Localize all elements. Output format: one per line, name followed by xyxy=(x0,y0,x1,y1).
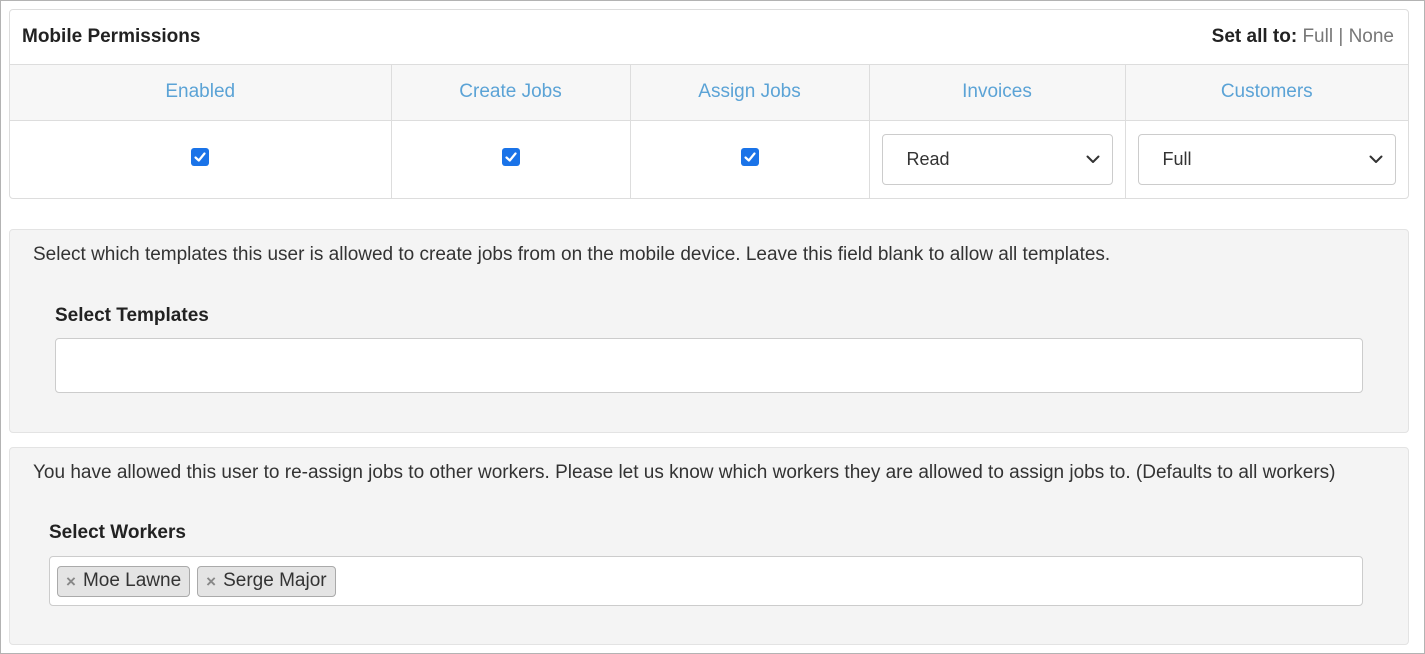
column-header-enabled-link[interactable]: Enabled xyxy=(165,81,235,102)
create-jobs-checkbox[interactable] xyxy=(501,147,520,166)
column-header-create-jobs: Create Jobs xyxy=(391,65,631,121)
invoices-select[interactable]: Read xyxy=(881,133,1113,185)
column-header-customers: Customers xyxy=(1125,65,1408,121)
workers-panel: You have allowed this user to re-assign … xyxy=(9,447,1409,645)
enabled-checkbox[interactable] xyxy=(191,147,210,166)
remove-tag-icon[interactable]: × xyxy=(206,573,216,590)
select-workers-input[interactable]: × Moe Lawne × Serge Major xyxy=(49,556,1363,606)
select-workers-label: Select Workers xyxy=(49,522,186,543)
column-header-customers-link[interactable]: Customers xyxy=(1221,81,1313,102)
set-all-separator: | xyxy=(1338,26,1344,47)
worker-tag: × Serge Major xyxy=(197,565,336,597)
customers-select[interactable]: Full xyxy=(1137,133,1396,185)
checkmark-icon xyxy=(194,152,206,162)
workers-description: You have allowed this user to re-assign … xyxy=(33,462,1336,483)
column-header-assign-jobs-link[interactable]: Assign Jobs xyxy=(698,81,800,102)
templates-panel: Select which templates this user is allo… xyxy=(9,229,1409,433)
worker-tag-label: Moe Lawne xyxy=(82,570,182,591)
create-jobs-cell xyxy=(391,120,631,198)
select-templates-label: Select Templates xyxy=(55,305,209,326)
templates-description: Select which templates this user is allo… xyxy=(33,244,1111,265)
remove-tag-icon[interactable]: × xyxy=(66,573,76,590)
app-frame: Mobile Permissions Set all to: Full | No… xyxy=(0,0,1425,654)
permissions-table: Enabled Create Jobs Assign Jobs Invoices… xyxy=(10,65,1408,198)
column-header-create-jobs-link[interactable]: Create Jobs xyxy=(459,81,561,102)
column-header-invoices: Invoices xyxy=(869,65,1126,121)
set-all-label: Set all to: xyxy=(1211,26,1298,47)
set-all-none-link[interactable]: None xyxy=(1349,26,1394,47)
select-templates-input[interactable] xyxy=(55,338,1363,393)
customers-select-value: Full xyxy=(1162,148,1192,169)
set-all-full-link[interactable]: Full xyxy=(1302,26,1333,47)
assign-jobs-checkbox[interactable] xyxy=(740,147,759,166)
enabled-cell xyxy=(10,120,392,198)
chevron-down-icon xyxy=(1086,155,1099,163)
assign-jobs-cell xyxy=(630,120,870,198)
chevron-down-icon xyxy=(1369,155,1383,163)
mobile-permissions-panel: Mobile Permissions Set all to: Full | No… xyxy=(9,9,1409,199)
checkmark-icon xyxy=(743,152,756,162)
permissions-values-row: Read Full xyxy=(10,120,1408,198)
permissions-header: Mobile Permissions Set all to: Full | No… xyxy=(10,10,1408,65)
column-header-assign-jobs: Assign Jobs xyxy=(630,65,870,121)
checkmark-icon xyxy=(504,152,517,162)
worker-tag-label: Serge Major xyxy=(223,570,327,591)
column-header-invoices-link[interactable]: Invoices xyxy=(962,81,1032,102)
invoices-cell: Read xyxy=(869,120,1126,198)
column-header-enabled: Enabled xyxy=(10,65,392,121)
permissions-header-row: Enabled Create Jobs Assign Jobs Invoices… xyxy=(10,65,1408,121)
permissions-title: Mobile Permissions xyxy=(22,26,201,47)
set-all-control: Set all to: Full | None xyxy=(1212,26,1394,48)
customers-cell: Full xyxy=(1125,120,1408,198)
invoices-select-value: Read xyxy=(906,148,950,169)
worker-tag: × Moe Lawne xyxy=(57,565,191,597)
